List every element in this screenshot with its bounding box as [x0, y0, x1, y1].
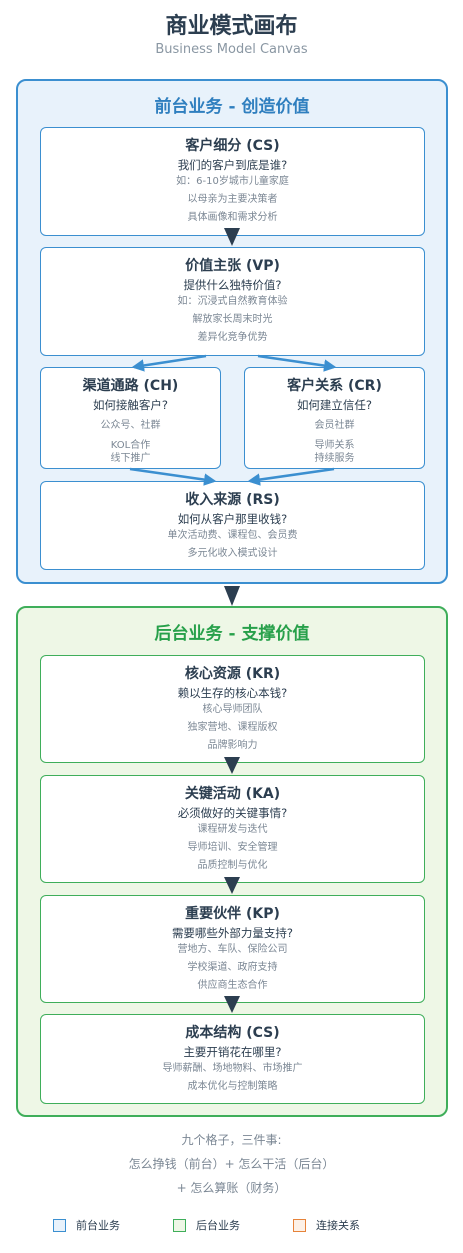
- key-activities-detail: 品质控制与优化: [197, 860, 268, 871]
- page-title: 商业模式画布: [165, 14, 298, 39]
- footer-line: 九个格子，三件事:: [181, 1133, 282, 1147]
- key-resources-detail: 核心导师团队: [202, 704, 263, 715]
- legend-label: 后台业务: [196, 1219, 240, 1232]
- legend-item-front: 前台业务: [53, 1216, 120, 1234]
- customer-segments-detail: 具体画像和需求分析: [187, 212, 278, 223]
- channels-title: 渠道通路 (CH): [82, 378, 179, 394]
- value-proposition-question: 提供什么独特价值?: [183, 278, 282, 292]
- channels-detail: 线下推广: [110, 453, 151, 464]
- page-subtitle: Business Model Canvas: [155, 42, 308, 57]
- footer-summary: 九个格子，三件事: 怎么挣钱（前台）+ 怎么干活（后台） + 怎么算账（财务）: [0, 1128, 463, 1200]
- cost-structure-box: 成本结构 (CS) 主要开销花在哪里? 导师薪酬、场地物料、市场推广 成本优化与…: [40, 1014, 425, 1104]
- footer-line: + 怎么算账（财务）: [176, 1181, 287, 1195]
- value-proposition-detail: 如：沉浸式自然教育体验: [177, 296, 288, 307]
- key-partners-detail: 营地方、车队、保险公司: [177, 944, 288, 955]
- revenue-streams-question: 如何从客户那里收钱?: [177, 512, 288, 526]
- customer-relationships-title: 客户关系 (CR): [287, 378, 382, 394]
- legend-item-connection: 连接关系: [293, 1216, 360, 1234]
- value-proposition-detail: 差异化竞争优势: [197, 332, 268, 343]
- channels-detail: 公众号、社群: [100, 420, 161, 431]
- key-resources-title: 核心资源 (KR): [184, 666, 281, 682]
- customer-relationships-question: 如何建立信任?: [296, 398, 373, 412]
- channels-box: 渠道通路 (CH) 如何接触客户? 公众号、社群 KOL合作 线下推广: [40, 367, 221, 469]
- legend-swatch-connection: [293, 1218, 306, 1232]
- key-resources-detail: 品牌影响力: [207, 740, 258, 751]
- key-partners-question: 需要哪些外部力量支持?: [171, 926, 294, 940]
- key-activities-box: 关键活动 (KA) 必须做好的关键事情? 课程研发与迭代 导师培训、安全管理 品…: [40, 775, 425, 883]
- customer-segments-title: 客户细分 (CS): [185, 138, 280, 154]
- revenue-streams-title: 收入来源 (RS): [185, 492, 280, 508]
- key-resources-question: 赖以生存的核心本钱?: [177, 686, 288, 700]
- key-activities-title: 关键活动 (KA): [184, 786, 281, 802]
- revenue-streams-detail: 多元化收入模式设计: [187, 548, 278, 559]
- arrow-down-icon: [224, 586, 240, 606]
- back-section-title: 后台业务 - 支撑价值: [154, 624, 310, 644]
- key-partners-title: 重要伙伴 (KP): [185, 906, 280, 922]
- legend-swatch-front: [53, 1218, 66, 1232]
- customer-segments-box: 客户细分 (CS) 我们的客户到底是谁? 如：6-10岁城市儿童家庭 以母亲为主…: [40, 127, 425, 236]
- legend-swatch-back: [173, 1218, 186, 1232]
- key-activities-detail: 课程研发与迭代: [197, 824, 268, 835]
- value-proposition-detail: 解放家长周末时光: [192, 314, 273, 325]
- legend-label: 前台业务: [76, 1219, 120, 1232]
- revenue-streams-detail: 单次活动费、课程包、会员费: [167, 530, 298, 541]
- footer-line: 怎么挣钱（前台）+ 怎么干活（后台）: [128, 1157, 335, 1171]
- customer-relationships-detail: 会员社群: [314, 420, 355, 431]
- customer-segments-detail: 以母亲为主要决策者: [187, 194, 278, 205]
- cost-structure-detail: 导师薪酬、场地物料、市场推广: [162, 1063, 303, 1074]
- value-proposition-box: 价值主张 (VP) 提供什么独特价值? 如：沉浸式自然教育体验 解放家长周末时光…: [40, 247, 425, 356]
- customer-segments-question: 我们的客户到底是谁?: [177, 158, 288, 172]
- cost-structure-detail: 成本优化与控制策略: [187, 1081, 278, 1092]
- key-partners-detail: 学校渠道、政府支持: [187, 962, 278, 973]
- channels-detail: KOL合作: [110, 440, 151, 451]
- customer-relationships-box: 客户关系 (CR) 如何建立信任? 会员社群 导师关系 持续服务: [244, 367, 425, 469]
- customer-relationships-detail: 导师关系: [314, 440, 355, 451]
- cost-structure-question: 主要开销花在哪里?: [183, 1045, 282, 1059]
- revenue-streams-box: 收入来源 (RS) 如何从客户那里收钱? 单次活动费、课程包、会员费 多元化收入…: [40, 481, 425, 570]
- value-proposition-title: 价值主张 (VP): [185, 258, 280, 274]
- key-activities-detail: 导师培训、安全管理: [187, 842, 278, 853]
- key-partners-box: 重要伙伴 (KP) 需要哪些外部力量支持? 营地方、车队、保险公司 学校渠道、政…: [40, 895, 425, 1003]
- key-resources-detail: 独家营地、课程版权: [187, 722, 278, 733]
- front-section-title: 前台业务 - 创造价值: [154, 97, 310, 117]
- customer-segments-detail: 如：6-10岁城市儿童家庭: [176, 176, 289, 187]
- key-activities-question: 必须做好的关键事情?: [177, 806, 288, 820]
- key-resources-box: 核心资源 (KR) 赖以生存的核心本钱? 核心导师团队 独家营地、课程版权 品牌…: [40, 655, 425, 763]
- channels-question: 如何接触客户?: [92, 398, 169, 412]
- customer-relationships-detail: 持续服务: [314, 453, 355, 464]
- key-partners-detail: 供应商生态合作: [197, 980, 268, 991]
- legend-item-back: 后台业务: [173, 1216, 240, 1234]
- legend-label: 连接关系: [316, 1219, 360, 1232]
- cost-structure-title: 成本结构 (CS): [185, 1025, 280, 1041]
